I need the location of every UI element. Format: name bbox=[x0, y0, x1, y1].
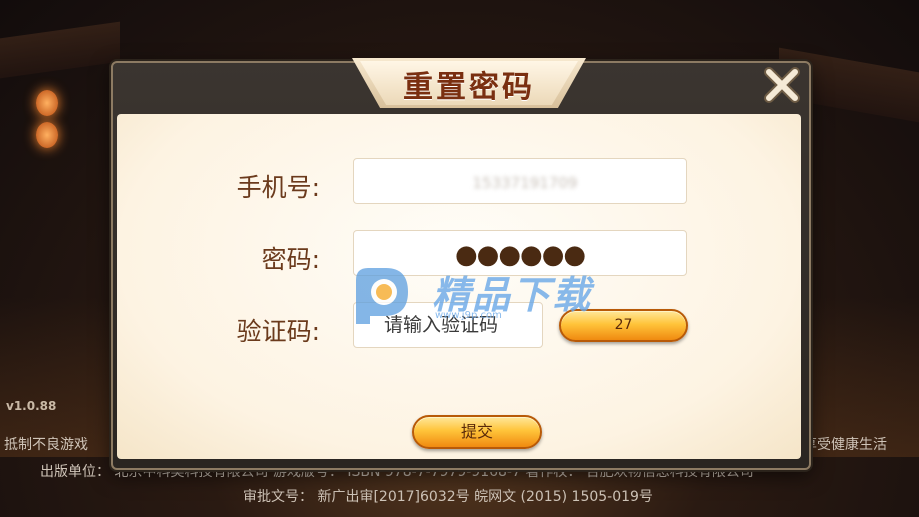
password-label: 密码: bbox=[261, 245, 320, 274]
close-icon bbox=[764, 67, 800, 103]
lantern-icon bbox=[36, 90, 58, 116]
watermark-logo-icon bbox=[356, 268, 408, 324]
dialog-title: 重置密码 bbox=[403, 70, 535, 105]
close-button[interactable] bbox=[761, 64, 803, 106]
code-label: 验证码: bbox=[236, 317, 320, 346]
phone-label: 手机号: bbox=[236, 173, 320, 202]
lantern-icon bbox=[36, 122, 58, 148]
version-label: v1.0.88 bbox=[6, 399, 57, 413]
footer-approval: 审批文号： 新广出审[2017]6032号 皖网文 (2015) 1505-01… bbox=[243, 489, 653, 505]
footer-warning-right: 享受健康生活 bbox=[803, 437, 887, 453]
pavilion-roof-left bbox=[0, 21, 120, 79]
submit-button[interactable]: 提交 bbox=[412, 415, 542, 449]
footer-warning-left: 抵制不良游戏 bbox=[4, 437, 88, 453]
phone-value: 15337191709 bbox=[472, 174, 578, 192]
watermark-url: www.j9p.com bbox=[435, 310, 502, 321]
